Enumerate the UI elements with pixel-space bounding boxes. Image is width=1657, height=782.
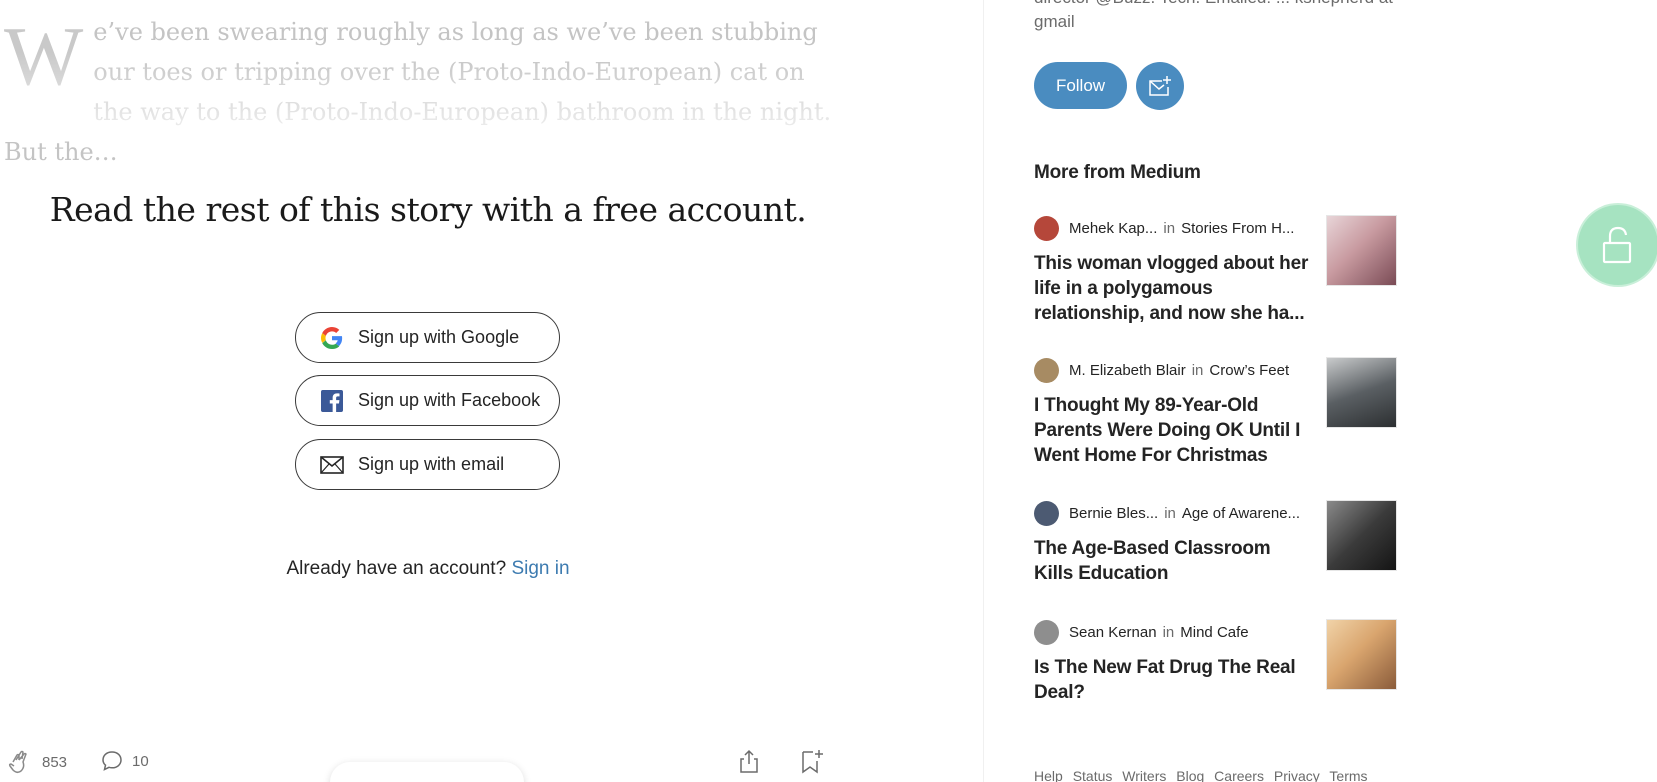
clap-icon <box>8 750 27 774</box>
publication-name[interactable]: Crow’s Feet <box>1209 362 1289 379</box>
recommended-story[interactable]: M. Elizabeth Blair in Crow’s Feet I Thou… <box>1034 357 1414 468</box>
signin-link[interactable]: Sign in <box>511 558 569 579</box>
signup-facebook-button[interactable]: Sign up with Facebook <box>295 375 560 426</box>
story-thumbnail[interactable] <box>1326 500 1397 571</box>
subscribe-email-button[interactable] <box>1136 62 1184 110</box>
story-title[interactable]: The Age-Based Classroom Kills Education <box>1034 536 1309 586</box>
follow-button[interactable]: Follow <box>1034 62 1127 109</box>
publication-name[interactable]: Mind Cafe <box>1180 624 1248 641</box>
signin-prompt: Already have an account? Sign in <box>0 558 856 580</box>
author-avatar[interactable] <box>1034 357 1059 383</box>
author-name[interactable]: Bernie Bles... <box>1069 505 1158 522</box>
author-avatar[interactable] <box>1034 215 1059 241</box>
footer-link-privacy[interactable]: Privacy <box>1274 768 1320 782</box>
recommended-story[interactable]: Sean Kernan in Mind Cafe Is The New Fat … <box>1034 619 1414 705</box>
author-avatar[interactable] <box>1034 500 1059 526</box>
story-thumbnail[interactable] <box>1326 619 1397 690</box>
mail-icon <box>320 453 344 477</box>
comment-icon <box>102 751 122 771</box>
signup-email-label: Sign up with email <box>358 454 505 474</box>
signup-email-button[interactable]: Sign up with email <box>295 439 560 490</box>
footer-link-writers[interactable]: Writers <box>1122 768 1166 782</box>
author-bio: director @Buzz. Tech. Emailed: ... kshep… <box>1034 0 1393 31</box>
signup-google-label: Sign up with Google <box>358 327 520 347</box>
in-label: in <box>1164 504 1176 522</box>
bookmark-button[interactable] <box>798 748 824 779</box>
share-icon <box>740 749 758 773</box>
signup-facebook-label: Sign up with Facebook <box>358 390 541 410</box>
clap-count: 853 <box>42 753 68 771</box>
excerpt-fade-overlay <box>0 0 840 130</box>
in-label: in <box>1191 361 1204 379</box>
footer-link-status[interactable]: Status <box>1073 768 1113 782</box>
unlock-button[interactable] <box>1578 205 1657 285</box>
story-action-bar: 853 10 <box>0 744 856 782</box>
footer-link-help[interactable]: Help <box>1034 768 1063 782</box>
mail-plus-icon <box>1149 76 1171 96</box>
recommended-story[interactable]: Mehek Kap... in Stories From H... This w… <box>1034 215 1414 326</box>
author-avatar[interactable] <box>1034 619 1059 645</box>
bookmark-add-icon <box>802 750 823 774</box>
story-main: W e’ve been swearing roughly as long as … <box>0 0 983 782</box>
story-thumbnail[interactable] <box>1326 357 1397 428</box>
footer-link-careers[interactable]: Careers <box>1214 768 1264 782</box>
story-title[interactable]: This woman vlogged about her life in a p… <box>1034 251 1309 326</box>
in-label: in <box>1163 219 1176 237</box>
signup-google-button[interactable]: Sign up with Google <box>295 312 560 363</box>
author-name[interactable]: M. Elizabeth Blair <box>1069 362 1186 379</box>
author-name[interactable]: Sean Kernan <box>1069 624 1157 641</box>
in-label: in <box>1162 623 1175 641</box>
comment-count: 10 <box>132 752 149 770</box>
comment-button[interactable]: 10 <box>100 749 149 773</box>
clap-button[interactable]: 853 <box>6 749 67 775</box>
story-thumbnail[interactable] <box>1326 215 1397 286</box>
footer-links: Help Status Writers Blog Careers Privacy… <box>1034 768 1374 782</box>
more-from-medium-heading: More from Medium <box>1034 162 1201 183</box>
author-name[interactable]: Mehek Kap... <box>1069 220 1157 237</box>
already-have-account-text: Already have an account? <box>286 558 507 579</box>
share-button[interactable] <box>737 748 761 779</box>
story-title[interactable]: I Thought My 89-Year-Old Parents Were Do… <box>1034 393 1309 468</box>
google-icon <box>320 326 344 350</box>
publication-name[interactable]: Stories From H... <box>1181 220 1294 237</box>
recommended-story[interactable]: Bernie Bles... in Age of Awarene... The … <box>1034 500 1414 586</box>
story-title[interactable]: Is The New Fat Drug The Real Deal? <box>1034 655 1309 705</box>
footer-link-terms[interactable]: Terms <box>1329 768 1367 782</box>
footer-link-blog[interactable]: Blog <box>1176 768 1204 782</box>
publication-name[interactable]: Age of Awarene... <box>1182 505 1300 522</box>
sidebar: director @Buzz. Tech. Emailed: ... kshep… <box>984 0 1657 782</box>
facebook-icon <box>320 389 344 413</box>
paywall-title: Read the rest of this story with a free … <box>49 190 807 229</box>
unlock-icon <box>1602 226 1632 264</box>
floating-action-pill <box>330 762 524 782</box>
